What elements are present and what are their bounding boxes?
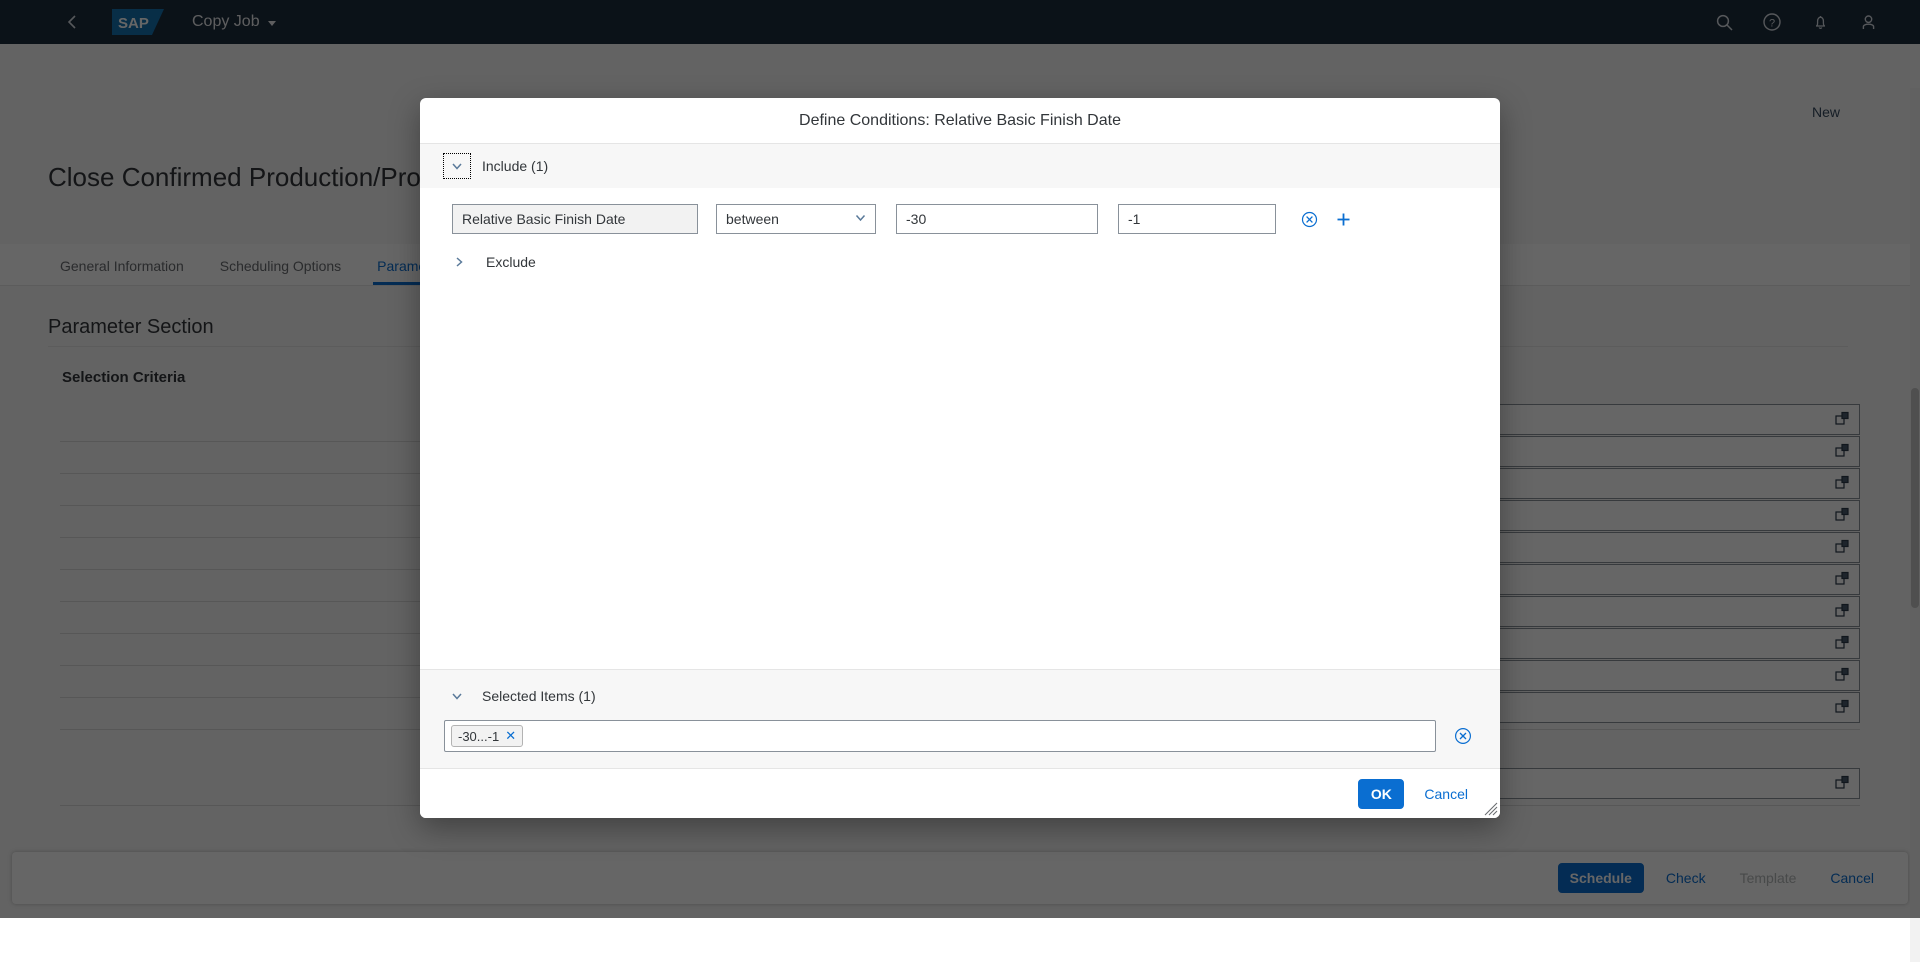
dialog-header: Define Conditions: Relative Basic Finish…	[420, 98, 1500, 144]
selected-items-multi-input[interactable]: -30...-1 ✕	[444, 720, 1436, 752]
condition-operator-value: between	[726, 211, 779, 227]
exclude-group-label: Exclude	[486, 254, 536, 270]
condition-operator-select[interactable]: between	[716, 204, 876, 234]
dialog-body: Relative Basic Finish Date between -30 -…	[420, 188, 1500, 669]
dialog-title: Define Conditions: Relative Basic Finish…	[799, 112, 1121, 130]
selected-item-token-label: -30...-1	[458, 729, 499, 744]
include-expander-chevron-down-icon[interactable]	[444, 154, 470, 178]
condition-field-name-input: Relative Basic Finish Date	[452, 204, 698, 234]
dialog-ok-button[interactable]: OK	[1358, 779, 1404, 809]
remove-condition-circle-icon[interactable]	[1296, 206, 1322, 232]
chevron-down-icon	[854, 211, 867, 227]
token-close-icon[interactable]: ✕	[505, 728, 516, 744]
condition-value-from-input[interactable]: -30	[896, 204, 1098, 234]
selected-items-section: Selected Items (1) -30...-1 ✕	[420, 669, 1500, 768]
selected-items-input-line: -30...-1 ✕	[444, 720, 1476, 752]
dialog-cancel-button[interactable]: Cancel	[1412, 779, 1480, 809]
selected-items-expander-chevron-down-icon[interactable]	[444, 684, 470, 708]
include-group-label: Include (1)	[482, 158, 548, 174]
selected-items-header: Selected Items (1)	[444, 684, 1476, 708]
dialog-footer: OK Cancel	[420, 768, 1500, 818]
add-condition-plus-icon[interactable]	[1330, 206, 1356, 232]
selected-items-label: Selected Items (1)	[482, 688, 596, 704]
condition-value-to-input[interactable]: -1	[1118, 204, 1276, 234]
exclude-expander-chevron-right-icon[interactable]	[446, 250, 472, 274]
include-group-header: Include (1)	[420, 144, 1500, 188]
clear-selected-items-circle-icon[interactable]	[1450, 723, 1476, 749]
selected-item-token[interactable]: -30...-1 ✕	[451, 725, 523, 747]
condition-row: Relative Basic Finish Date between -30 -…	[452, 204, 1356, 234]
dialog-resize-grip[interactable]	[1484, 802, 1498, 816]
define-conditions-dialog: Define Conditions: Relative Basic Finish…	[420, 98, 1500, 818]
exclude-group-header[interactable]: Exclude	[446, 250, 536, 274]
